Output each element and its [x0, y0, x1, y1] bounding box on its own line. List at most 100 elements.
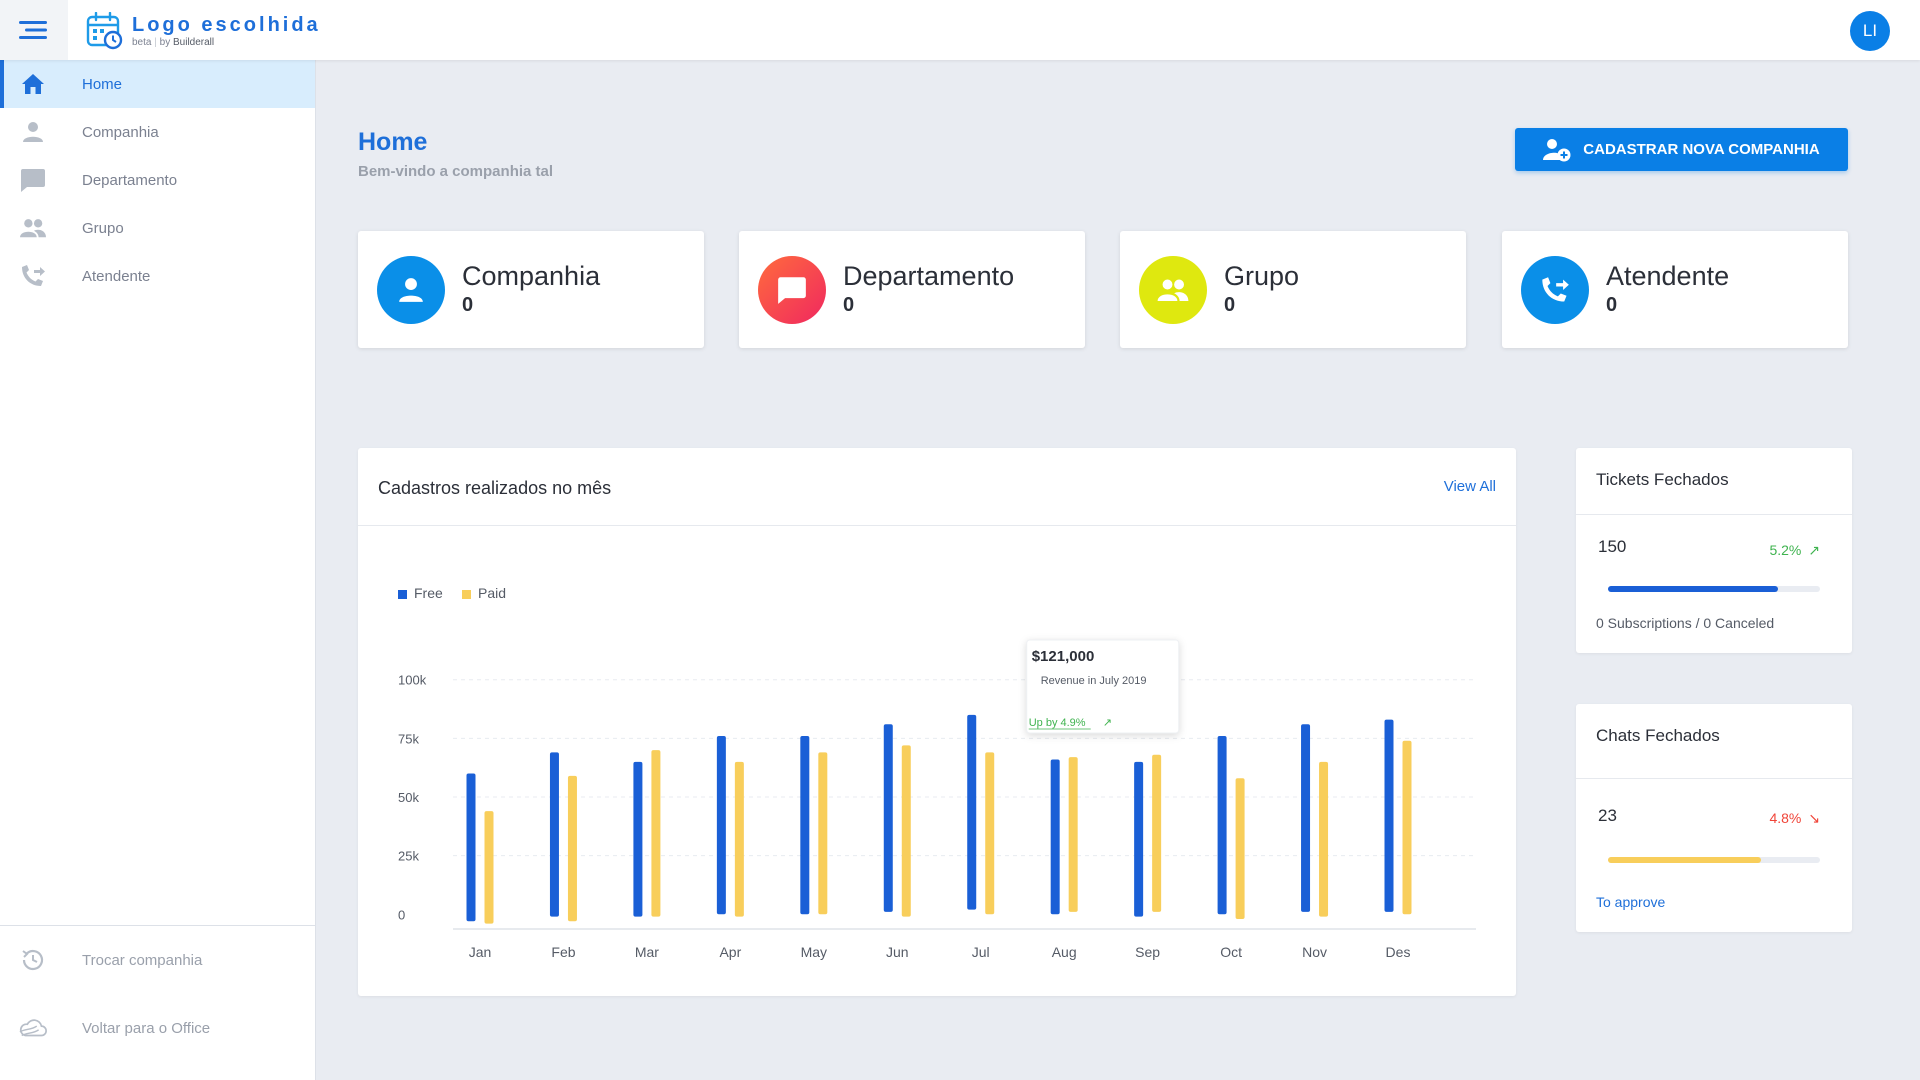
sidebar-item-label: Departamento [82, 171, 178, 189]
bar-free [800, 736, 810, 915]
x-tick-label: Jan [469, 944, 492, 960]
stat-card-companhia[interactable]: Companhia 0 [358, 231, 704, 348]
phone-forward-icon [1521, 256, 1589, 324]
sidebar-footer: Trocar companhia Voltar para o Office [0, 925, 316, 1062]
legend-label: Free [414, 585, 443, 601]
stat-label: Grupo [1224, 261, 1300, 291]
sidebar-item-label: Grupo [82, 219, 124, 237]
bar-free [633, 761, 643, 917]
chart-title: Cadastros realizados no mês [378, 478, 612, 498]
menu-toggle-button[interactable] [0, 0, 68, 60]
bar-paid [818, 752, 828, 915]
x-tick-label: Mar [635, 944, 659, 960]
stat-value: 0 [843, 294, 855, 316]
chats-card: Chats Fechados 23 4.8% ↘ To approve [1576, 704, 1852, 932]
sidebar-item-departamento[interactable]: Departamento [0, 156, 315, 204]
back-to-office-link[interactable]: Voltar para o Office [0, 994, 316, 1062]
view-all-link[interactable]: View All [1444, 478, 1496, 495]
logo-subtitle: beta | by Builderall [132, 36, 215, 48]
history-icon [18, 947, 48, 973]
logo-title: Logo escolhida [132, 13, 321, 36]
sidebar-item-atendente[interactable]: Atendente [0, 252, 315, 300]
x-tick-label: Feb [551, 944, 575, 960]
sidebar-item-label: Atendente [82, 267, 151, 285]
logo-by: by [159, 36, 171, 48]
cloud-icon [18, 1015, 48, 1041]
chart-card-header: Cadastros realizados no mês View All [358, 448, 1516, 526]
arrow-up-right-icon: ↗ [1808, 542, 1820, 558]
chat-bubble-icon [20, 168, 46, 192]
x-tick-label: Aug [1052, 944, 1077, 960]
add-user-icon [1543, 138, 1571, 161]
tooltip-change: Up by 4.9% [1029, 717, 1086, 729]
y-tick-label: 25k [398, 849, 419, 864]
arrow-down-right-icon: ↘ [1808, 810, 1820, 826]
sidebar: Home Companhia Departamento Grupo Atende… [0, 60, 316, 1080]
y-tick-label: 0 [398, 907, 405, 922]
chats-value: 23 [1598, 806, 1617, 825]
divider [1576, 778, 1852, 779]
bar-paid [734, 761, 744, 917]
chats-title: Chats Fechados [1596, 726, 1720, 745]
stat-card-departamento[interactable]: Departamento 0 [739, 231, 1085, 348]
sidebar-item-home[interactable]: Home [0, 60, 315, 108]
legend-swatch [398, 590, 407, 599]
y-tick-label: 100k [398, 673, 427, 688]
divider [1576, 514, 1852, 515]
bar-free [549, 752, 559, 917]
x-tick-label: Oct [1220, 944, 1242, 960]
bar-free [716, 736, 726, 915]
x-tick-label: May [801, 944, 827, 960]
bar-chart: 0 25k 50k 75k 100k Free Paid Jan Feb Mar Apr May Jun… [398, 585, 1476, 960]
bar-free [1134, 761, 1144, 917]
user-avatar[interactable]: LI [1850, 11, 1890, 51]
page-subtitle: Bem-vindo a companhia tal [358, 163, 554, 180]
chats-change: 4.8% ↘ [1769, 810, 1820, 827]
x-tick-label: Sep [1135, 944, 1160, 960]
switch-company-link[interactable]: Trocar companhia [0, 926, 316, 994]
tickets-change: 5.2% ↗ [1769, 542, 1820, 559]
tickets-card: Tickets Fechados 150 5.2% ↗ 0 Subscripti… [1576, 448, 1852, 653]
bar-free [1217, 736, 1227, 915]
bar-free [967, 714, 977, 910]
calendar-clock-icon [86, 12, 123, 50]
bar-paid [985, 752, 995, 915]
tooltip-value: $121,000 [1032, 648, 1095, 665]
stat-value: 0 [1224, 294, 1236, 316]
stat-label: Departamento [843, 261, 1015, 291]
page-title: Home [358, 128, 428, 156]
arrow-up-right-icon: ↗ [1103, 716, 1112, 729]
to-approve-link[interactable]: To approve [1596, 894, 1665, 910]
person-icon [377, 256, 445, 324]
bar-paid [1152, 754, 1162, 912]
stat-label: Atendente [1606, 261, 1730, 291]
tickets-value: 150 [1598, 537, 1627, 556]
chat-bubble-icon [758, 256, 826, 324]
bar-paid [1068, 757, 1078, 912]
bar-free [1050, 759, 1060, 915]
sidebar-item-grupo[interactable]: Grupo [0, 204, 315, 252]
logo-beta: beta [132, 36, 152, 48]
bar-paid [1402, 740, 1412, 915]
add-company-button[interactable]: CADASTRAR NOVA COMPANHIA [1515, 128, 1848, 171]
top-bar: Logo escolhida beta | by Builderall LI [0, 0, 1920, 60]
x-tick-label: Apr [719, 944, 741, 960]
bar-free [1384, 719, 1394, 912]
chats-progress [1608, 857, 1820, 863]
home-icon [20, 72, 46, 96]
app-logo[interactable]: Logo escolhida beta | by Builderall [86, 12, 321, 50]
sidebar-item-companhia[interactable]: Companhia [0, 108, 315, 156]
chats-progress-fill [1608, 857, 1761, 863]
tickets-progress [1608, 586, 1820, 592]
person-icon [20, 120, 46, 144]
chart-card: 0 25k 50k 75k 100k Free Paid Jan Feb Mar Apr May Jun… [358, 448, 1516, 996]
x-tick-label: Des [1386, 944, 1411, 960]
bar-free [883, 724, 893, 912]
stat-card-grupo[interactable]: Grupo 0 [1120, 231, 1466, 348]
x-tick-label: Nov [1302, 944, 1327, 960]
people-icon [1139, 256, 1207, 324]
stat-value: 0 [462, 294, 474, 316]
add-company-label: CADASTRAR NOVA COMPANHIA [1583, 141, 1820, 158]
tickets-footer: 0 Subscriptions / 0 Canceled [1596, 615, 1775, 631]
stat-card-atendente[interactable]: Atendente 0 [1502, 231, 1848, 348]
